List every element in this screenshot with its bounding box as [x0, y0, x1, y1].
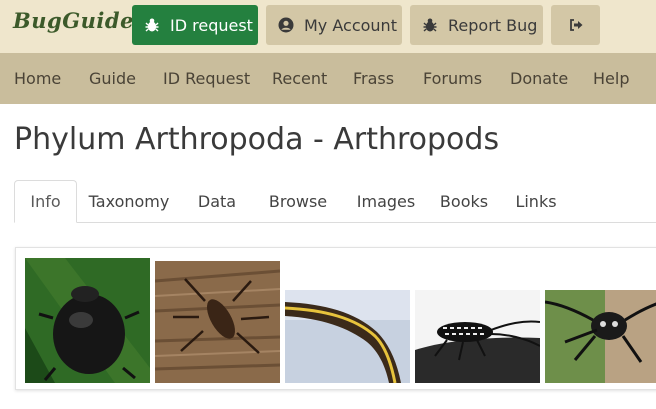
- id-request-label: ID request: [170, 15, 253, 35]
- nav-frass[interactable]: Frass: [353, 69, 394, 88]
- tab-books-label: Books: [439, 191, 489, 211]
- tab-taxonomy[interactable]: Taxonomy: [80, 180, 178, 222]
- nav-home[interactable]: Home: [14, 69, 61, 88]
- my-account-label: My Account: [304, 15, 397, 35]
- tab-data-label: Data: [197, 191, 237, 211]
- image-gallery: [15, 247, 656, 390]
- site-logo[interactable]: BugGuide: [13, 8, 134, 33]
- tab-links-label: Links: [515, 191, 557, 211]
- bug-photo[interactable]: [155, 261, 280, 383]
- longhorn-beetle-photo[interactable]: [415, 290, 540, 383]
- main-nav: Home Guide ID Request Recent Frass Forum…: [0, 53, 656, 104]
- nav-recent[interactable]: Recent: [272, 69, 327, 88]
- tab-info-label: Info: [30, 192, 61, 211]
- sign-out-button[interactable]: [551, 5, 600, 45]
- tab-browse-label: Browse: [268, 191, 328, 211]
- report-bug-label: Report Bug: [448, 15, 538, 35]
- user-circle-icon: [278, 17, 294, 33]
- tab-browse[interactable]: Browse: [257, 180, 339, 222]
- tab-taxonomy-label: Taxonomy: [88, 191, 170, 211]
- caterpillar-photo[interactable]: [285, 290, 410, 383]
- nav-guide[interactable]: Guide: [89, 69, 136, 88]
- my-account-button[interactable]: My Account: [266, 5, 402, 45]
- bug-icon: [422, 17, 438, 33]
- sign-out-icon: [568, 17, 584, 33]
- nav-help[interactable]: Help: [593, 69, 629, 88]
- tab-books[interactable]: Books: [433, 180, 495, 222]
- tab-bar: Info Taxonomy Data Browse Images Books L…: [14, 180, 656, 223]
- nav-id-request[interactable]: ID Request: [163, 69, 250, 88]
- tab-info[interactable]: Info: [14, 180, 77, 223]
- tab-images-label: Images: [356, 191, 416, 211]
- page-title: Phylum Arthropoda - Arthropods: [14, 122, 500, 157]
- tab-links[interactable]: Links: [507, 180, 565, 222]
- report-bug-button[interactable]: Report Bug: [410, 5, 543, 45]
- top-header: BugGuide ID request My Account Report Bu…: [0, 0, 656, 53]
- id-request-button[interactable]: ID request: [132, 5, 258, 45]
- bug-icon: [144, 17, 160, 33]
- beetle-photo[interactable]: [25, 258, 150, 383]
- tab-images[interactable]: Images: [345, 180, 427, 222]
- nav-donate[interactable]: Donate: [510, 69, 568, 88]
- nav-forums[interactable]: Forums: [423, 69, 482, 88]
- tab-data[interactable]: Data: [186, 180, 248, 222]
- beetle-closeup-photo[interactable]: [545, 290, 656, 383]
